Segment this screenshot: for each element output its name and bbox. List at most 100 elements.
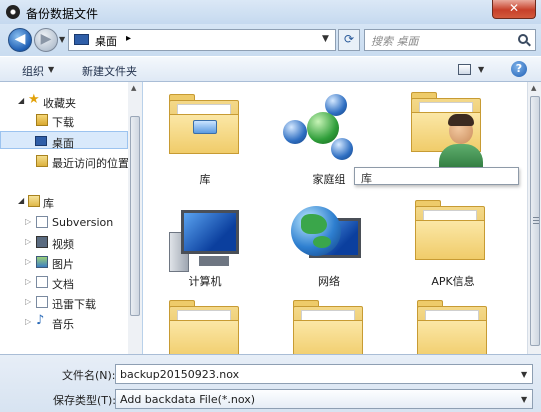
sidebar-item-documents[interactable]: ▷ 文档	[0, 273, 128, 291]
address-row: ◀ ▶ ▼ 桌面 ▸ ▼ ⟳ 搜索 桌面	[0, 24, 541, 56]
list-item[interactable]: 库	[143, 88, 267, 186]
list-item[interactable]	[143, 292, 267, 354]
new-folder-button[interactable]: 新建文件夹	[82, 63, 137, 79]
refresh-button[interactable]: ⟳	[338, 29, 360, 51]
history-dropdown-icon[interactable]: ▼	[59, 35, 65, 44]
search-placeholder: 搜索 桌面	[371, 35, 419, 48]
search-icon[interactable]	[518, 34, 528, 44]
collapse-arrow-icon[interactable]: ▷	[25, 277, 31, 286]
collapse-arrow-icon[interactable]: ▷	[25, 237, 31, 246]
list-item[interactable]: 网络	[267, 190, 391, 288]
filetype-select[interactable]: Add backdata File(*.nox) ▼	[115, 389, 533, 409]
filename-value[interactable]: backup20150923.nox	[120, 368, 239, 381]
user-icon	[437, 114, 485, 170]
item-label: APK信息	[431, 275, 475, 288]
document-library-icon	[36, 276, 48, 288]
list-item[interactable]	[267, 292, 391, 354]
app-icon	[6, 5, 20, 19]
organize-dropdown-icon[interactable]: ▼	[48, 65, 54, 74]
thunder-download-icon	[36, 296, 48, 308]
search-input[interactable]: 搜索 桌面	[364, 29, 536, 51]
save-options: 文件名(N): backup20150923.nox ▼ 保存类型(T): Ad…	[0, 354, 541, 412]
folder-icon	[293, 300, 363, 354]
download-folder-icon	[36, 114, 48, 126]
collapse-arrow-icon[interactable]: ▷	[25, 297, 31, 306]
sidebar-item-label: 最近访问的位置	[52, 157, 129, 170]
list-item[interactable]: APK信息	[391, 190, 515, 288]
sidebar-item-label: 下载	[52, 116, 74, 129]
window-title: 备份数据文件	[26, 7, 99, 21]
sidebar-item-label: Subversion	[52, 216, 114, 229]
item-label: 库	[199, 173, 211, 186]
desktop-icon	[35, 136, 47, 146]
collapse-arrow-icon[interactable]: ▷	[25, 257, 31, 266]
document-library-icon	[36, 216, 48, 228]
views-icon[interactable]	[458, 64, 471, 75]
collapse-arrow-icon[interactable]: ▷	[25, 217, 31, 226]
sidebar-item-label: 库	[43, 197, 54, 210]
navigation-pane: ◢ ★ 收藏夹 下载 桌面 最近访问的位置 ◢ 库 ▷ Subversion ▷…	[0, 82, 142, 354]
sidebar-item-pictures[interactable]: ▷ 图片	[0, 253, 128, 271]
sidebar-item-label: 桌面	[52, 137, 74, 150]
folder-icon	[417, 300, 487, 354]
star-icon: ★	[28, 92, 40, 107]
sidebar-item-label: 图片	[52, 258, 74, 271]
sidebar-item-label: 收藏夹	[43, 97, 76, 110]
forward-button[interactable]: ▶	[34, 28, 58, 52]
sidebar-item-videos[interactable]: ▷ 视频	[0, 233, 128, 251]
homegroup-icon	[281, 94, 361, 164]
back-button[interactable]: ◀	[8, 28, 32, 52]
filetype-value[interactable]: Add backdata File(*.nox)	[120, 393, 255, 406]
collapse-arrow-icon[interactable]: ▷	[25, 317, 31, 326]
scroll-up-icon[interactable]: ▲	[531, 84, 536, 92]
toolbar: 组织 ▼ 新建文件夹 ▼ ?	[0, 56, 541, 82]
content-scrollbar[interactable]: ▲	[527, 82, 541, 354]
scrollbar-thumb[interactable]	[530, 96, 540, 346]
navigation-scrollbar[interactable]: ▲	[128, 82, 142, 354]
sidebar-item-desktop[interactable]: 桌面	[0, 131, 128, 150]
folder-icon	[415, 200, 485, 260]
expand-arrow-icon[interactable]: ◢	[18, 96, 24, 105]
filename-label: 文件名(N):	[62, 369, 116, 382]
dropdown-arrow-icon[interactable]: ▼	[521, 395, 527, 404]
address-dropdown-icon[interactable]: ▼	[322, 34, 329, 44]
close-button[interactable]: ✕	[492, 0, 536, 19]
sidebar-item-label: 音乐	[52, 318, 74, 331]
library-icon	[28, 195, 40, 207]
sidebar-item-thunder-downloads[interactable]: ▷ 迅雷下载	[0, 293, 128, 311]
item-label: 计算机	[188, 275, 222, 288]
scrollbar-thumb[interactable]	[130, 116, 140, 316]
list-item[interactable]	[391, 292, 515, 354]
expand-arrow-icon[interactable]: ◢	[18, 196, 24, 205]
sidebar-item-label: 迅雷下载	[52, 298, 96, 311]
help-button[interactable]: ?	[511, 61, 527, 77]
desktop-icon	[74, 34, 89, 45]
scroll-up-icon[interactable]: ▲	[131, 84, 136, 92]
title-bar: 备份数据文件 ✕	[0, 0, 541, 24]
views-dropdown-icon[interactable]: ▼	[478, 65, 484, 74]
sidebar-item-favorites[interactable]: ◢ ★ 收藏夹	[0, 92, 128, 110]
sidebar-item-downloads[interactable]: 下载	[0, 111, 128, 129]
filename-field[interactable]: backup20150923.nox ▼	[115, 364, 533, 384]
sidebar-item-label: 文档	[52, 278, 74, 291]
tooltip: 库	[354, 167, 519, 185]
sidebar-item-subversion[interactable]: ▷ Subversion	[0, 213, 128, 231]
music-library-icon: ♪	[36, 313, 45, 328]
organize-button[interactable]: 组织	[22, 63, 44, 79]
computer-icon	[167, 206, 243, 272]
picture-library-icon	[36, 256, 48, 268]
file-view: 库 家庭组 计算机 网络 APK信息	[143, 82, 527, 354]
dropdown-arrow-icon[interactable]: ▼	[521, 370, 527, 379]
list-item[interactable]: 计算机	[143, 190, 267, 288]
breadcrumb-arrow-icon[interactable]: ▸	[126, 33, 131, 44]
sidebar-item-music[interactable]: ▷ ♪ 音乐	[0, 313, 128, 331]
address-bar[interactable]: 桌面 ▸ ▼	[68, 29, 336, 51]
video-library-icon	[36, 236, 48, 248]
filetype-label: 保存类型(T):	[53, 394, 117, 407]
network-icon	[291, 206, 367, 272]
address-path[interactable]: 桌面	[95, 33, 117, 49]
sidebar-item-libraries[interactable]: ◢ 库	[0, 192, 128, 210]
item-label: 网络	[318, 275, 340, 288]
sidebar-item-recent-places[interactable]: 最近访问的位置	[0, 152, 129, 170]
library-folder-icon	[169, 94, 239, 154]
